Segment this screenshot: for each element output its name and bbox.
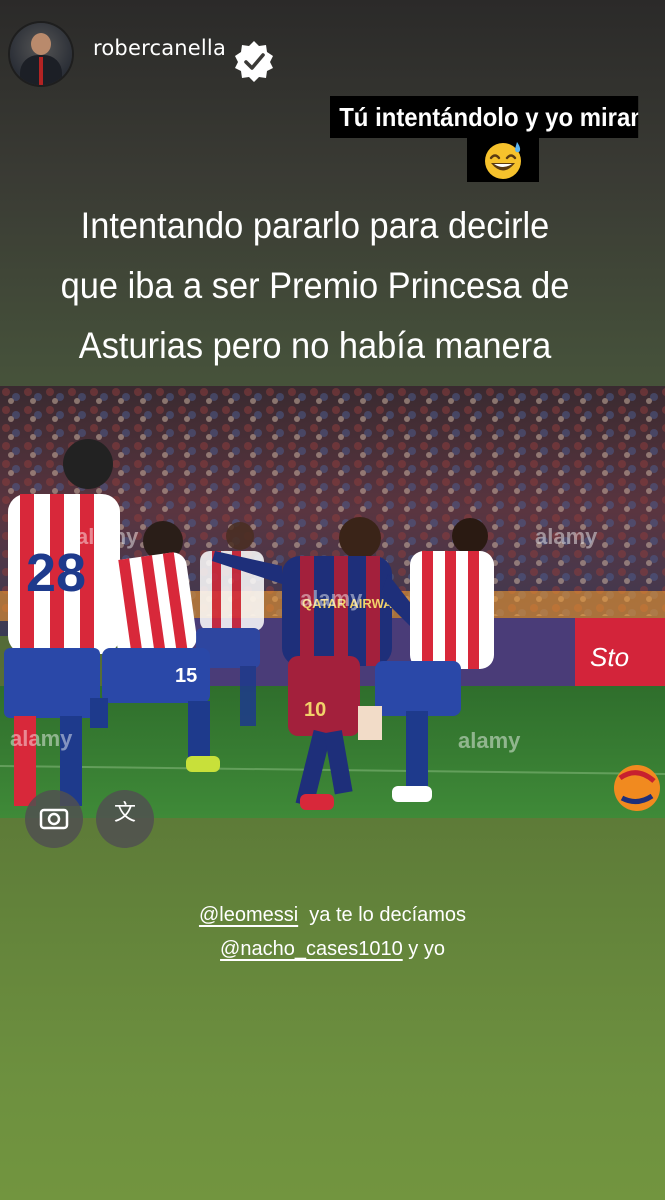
mentions-text: @leomessi ya te lo decíamos @nacho_cases… [0,898,665,966]
mention-text: ya te lo decíamos [309,904,467,926]
svg-text:10: 10 [304,699,326,721]
text-sticker: Tú intentándolo y yo mirando.. [330,96,639,138]
camera-icon [39,808,69,830]
avatar[interactable] [10,23,72,85]
story-header: robercanella [10,22,276,86]
svg-text:alamy: alamy [458,728,521,753]
verified-badge-icon [235,41,274,82]
translate-button[interactable]: 文 [96,790,154,848]
caption-line: Intentando pararlo para decirle [80,205,550,246]
camera-button[interactable] [25,790,83,848]
svg-text:Sto: Sto [590,642,629,672]
mentions-line-2: @nacho_cases1010 y yo [0,932,665,966]
mention-nacho-cases[interactable]: @nacho_cases1010 [220,938,403,960]
sweat-smile-emoji-icon [467,138,539,182]
mention-text: y yo [408,938,445,960]
mentions-line-1: @leomessi ya te lo decíamos [0,898,665,932]
caption-line: Asturias pero no había manera [78,325,552,366]
story-caption: Intentando pararlo para decirle que iba … [22,196,608,376]
mention-leomessi[interactable]: @leomessi [199,904,298,926]
svg-text:15: 15 [175,665,197,687]
football-photo: Sto 28 15 QATAR AIRWAYS 10 alamy alamy a… [0,386,665,818]
svg-text:alamy: alamy [10,726,73,751]
caption-line: que iba a ser Premio Princesa de [60,265,570,306]
svg-text:28: 28 [26,543,86,603]
ball [614,765,660,811]
translate-icon: 文 [113,801,136,826]
svg-text:alamy: alamy [76,524,139,549]
svg-text:alamy: alamy [300,586,363,611]
svg-text:alamy: alamy [535,524,598,549]
username[interactable]: robercanella [93,36,226,60]
